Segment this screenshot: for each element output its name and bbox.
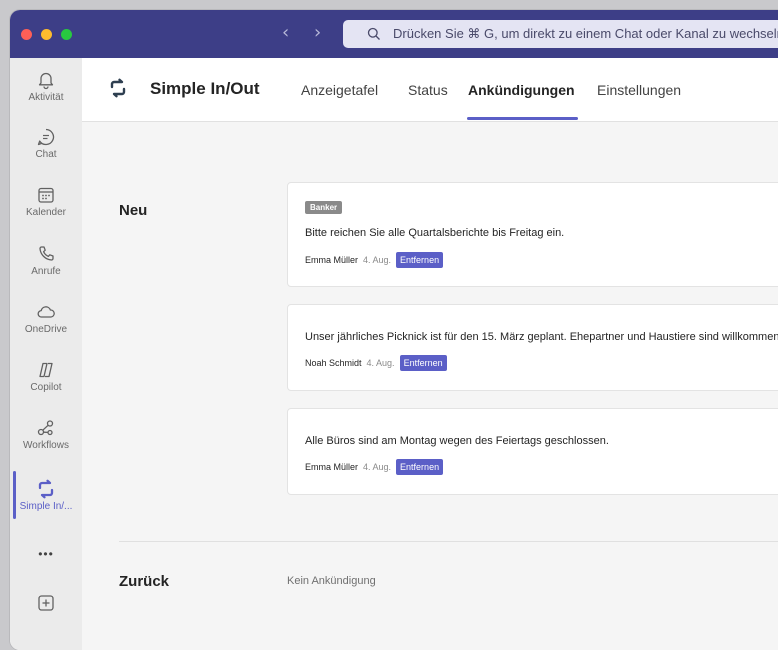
announcement-date: 4. Aug. (363, 462, 391, 472)
tab-ankuendigungen[interactable]: Ankündigungen (468, 82, 575, 98)
announcement-text: Alle Büros sind am Montag wegen des Feie… (305, 435, 609, 447)
section-divider (119, 541, 778, 542)
announcement-date: 4. Aug. (363, 255, 391, 265)
active-tab-indicator (467, 117, 578, 120)
announcement-card: Banker Bitte reichen Sie alle Quartalsbe… (287, 182, 778, 287)
group-tag: Banker (305, 201, 342, 214)
title-bar: ‹ › Drücken Sie ⌘ G, um direkt zu einem … (10, 10, 778, 58)
workflows-icon (36, 418, 56, 438)
remove-button[interactable]: Entfernen (400, 355, 447, 371)
empty-state-text: Kein Ankündigung (287, 575, 376, 587)
search-icon (367, 27, 381, 41)
announcement-date: 4. Aug. (367, 358, 395, 368)
author-name: Emma Müller (305, 462, 358, 472)
author-name: Noah Schmidt (305, 358, 362, 368)
rail-item-onedrive[interactable]: OneDrive (10, 302, 82, 335)
announcement-meta: Emma Müller 4. Aug. Entfernen (305, 459, 443, 475)
simple-inout-app-icon (108, 78, 128, 98)
minimize-window-button[interactable] (41, 29, 52, 40)
announcements-page: Neu Banker Bitte reichen Sie alle Quarta… (82, 122, 778, 650)
calendar-icon (36, 185, 56, 205)
rail-label: Simple In/... (10, 501, 82, 512)
app-header: Simple In/Out Anzeigetafel Status Ankünd… (82, 58, 778, 122)
rail-label: Copilot (10, 382, 82, 393)
rail-label: Chat (10, 149, 82, 160)
close-window-button[interactable] (21, 29, 32, 40)
section-new-label: Neu (119, 202, 147, 219)
forward-arrow-icon[interactable]: › (314, 23, 321, 43)
tab-einstellungen[interactable]: Einstellungen (597, 82, 681, 98)
section-back-label: Zurück (119, 573, 169, 590)
teams-window: ‹ › Drücken Sie ⌘ G, um direkt zu einem … (10, 10, 778, 650)
rail-item-chat[interactable]: Chat (10, 127, 82, 160)
rail-item-calls[interactable]: Anrufe (10, 244, 82, 277)
app-rail: Aktivität Chat Kalender Anrufe (10, 58, 83, 650)
back-arrow-icon[interactable]: ‹ (282, 23, 289, 43)
cloud-icon (36, 302, 56, 322)
announcement-meta: Noah Schmidt 4. Aug. Entfernen (305, 355, 447, 371)
add-apps-icon (37, 594, 55, 612)
search-placeholder: Drücken Sie ⌘ G, um direkt zu einem Chat… (393, 26, 778, 42)
tab-anzeigetafel[interactable]: Anzeigetafel (301, 82, 378, 98)
rail-item-copilot[interactable]: Copilot (10, 360, 82, 393)
rail-label: OneDrive (10, 324, 82, 335)
maximize-window-button[interactable] (61, 29, 72, 40)
rail-item-workflows[interactable]: Workflows (10, 418, 82, 451)
search-bar[interactable]: Drücken Sie ⌘ G, um direkt zu einem Chat… (343, 20, 778, 48)
active-indicator (13, 471, 16, 519)
rail-label: Kalender (10, 207, 82, 218)
announcement-meta: Emma Müller 4. Aug. Entfernen (305, 252, 443, 268)
phone-icon (36, 244, 56, 264)
remove-button[interactable]: Entfernen (396, 252, 443, 268)
rail-label: Workflows (10, 440, 82, 451)
chat-icon (36, 127, 56, 147)
announcement-card: Alle Büros sind am Montag wegen des Feie… (287, 408, 778, 495)
app-title: Simple In/Out (150, 79, 260, 99)
announcement-text: Bitte reichen Sie alle Quartalsberichte … (305, 227, 564, 239)
tab-status[interactable]: Status (408, 82, 448, 98)
simple-inout-icon (36, 479, 56, 499)
rail-item-calendar[interactable]: Kalender (10, 185, 82, 218)
copilot-icon (36, 360, 56, 380)
remove-button[interactable]: Entfernen (396, 459, 443, 475)
bell-icon (36, 70, 56, 90)
rail-item-simple-inout[interactable]: Simple In/... (10, 471, 82, 512)
more-apps-button[interactable]: ••• (10, 547, 82, 561)
rail-label: Aktivität (10, 92, 82, 103)
announcement-text: Unser jährliches Picknick ist für den 15… (305, 331, 778, 343)
add-apps-button[interactable] (10, 594, 82, 612)
author-name: Emma Müller (305, 255, 358, 265)
rail-label: Anrufe (10, 266, 82, 277)
announcement-card: Unser jährliches Picknick ist für den 15… (287, 304, 778, 391)
rail-item-activity[interactable]: Aktivität (10, 70, 82, 103)
